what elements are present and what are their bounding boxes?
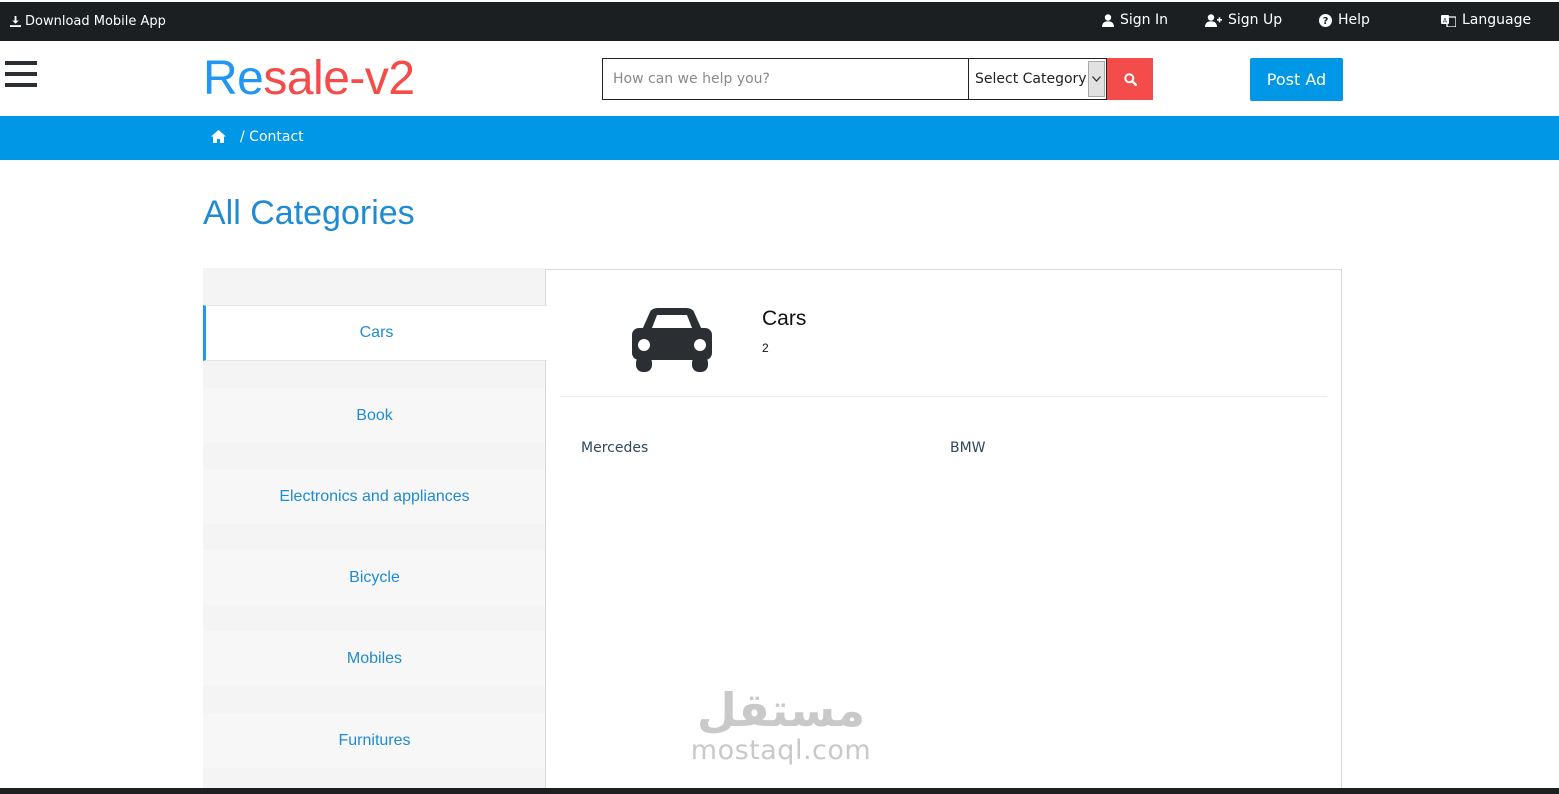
download-icon [10, 16, 21, 27]
breadcrumb-current: / Contact [240, 129, 304, 145]
site-header: Resale-v2 Select Category Post Ad [0, 41, 1559, 116]
search-icon [1123, 72, 1137, 86]
category-sidebar: Cars Book Electronics and appliances Bic… [203, 268, 547, 794]
menu-hamburger-icon[interactable] [5, 61, 37, 89]
search-button[interactable] [1107, 58, 1153, 100]
user-plus-icon [1205, 13, 1222, 27]
download-app-label: Download Mobile App [25, 14, 166, 29]
category-select[interactable]: Select Category [968, 58, 1107, 100]
selected-category-name: Cars [762, 307, 807, 330]
question-circle-icon: ? [1319, 13, 1332, 27]
bottom-edge [0, 788, 1559, 794]
category-content-panel: Cars 2 Mercedes BMW [545, 269, 1342, 794]
help-link[interactable]: ? Help [1319, 12, 1370, 28]
category-tab-label: Electronics and appliances [279, 487, 470, 505]
category-tab-mobiles[interactable]: Mobiles [203, 631, 546, 686]
sign-in-label: Sign In [1120, 12, 1168, 28]
watermark-latin: mostaql.com [690, 735, 872, 766]
category-tab-book[interactable]: Book [203, 388, 546, 443]
post-ad-button[interactable]: Post Ad [1250, 58, 1343, 101]
chevron-down-icon [1088, 61, 1105, 97]
download-app-link[interactable]: Download Mobile App [10, 14, 166, 29]
category-select-value: Select Category [975, 71, 1087, 87]
top-bar: Download Mobile App Sign In Sign Up ? He… [0, 0, 1559, 41]
user-icon [1102, 13, 1114, 27]
category-tab-cars[interactable]: Cars [203, 305, 547, 361]
category-tab-label: Bicycle [349, 568, 400, 586]
language-link[interactable]: A Language [1441, 12, 1531, 28]
search-input[interactable] [602, 58, 969, 100]
home-icon[interactable] [211, 130, 226, 147]
category-tab-label: Book [356, 406, 393, 424]
logo-first-part: Re [203, 52, 264, 105]
car-icon [632, 308, 712, 372]
subcategory-link-bmw[interactable]: BMW [950, 440, 986, 456]
category-tab-label: Furnitures [338, 731, 411, 749]
category-tab-electronics[interactable]: Electronics and appliances [203, 469, 546, 524]
selected-category-count: 2 [762, 341, 769, 355]
svg-text:?: ? [1323, 16, 1329, 27]
language-label: Language [1462, 12, 1532, 28]
sign-up-label: Sign Up [1228, 12, 1283, 28]
sign-up-link[interactable]: Sign Up [1205, 12, 1282, 28]
category-tab-label: Mobiles [346, 649, 403, 667]
logo-rest-part: sale-v2 [263, 52, 415, 105]
category-tab-bicycle[interactable]: Bicycle [203, 550, 546, 605]
sign-in-link[interactable]: Sign In [1102, 12, 1168, 28]
page-title: All Categories [203, 194, 415, 232]
language-icon: A [1441, 14, 1456, 27]
divider [560, 396, 1327, 397]
category-tab-label: Cars [359, 324, 394, 341]
watermark-logo: مستقل mostaql.com [686, 684, 876, 766]
watermark-arabic: مستقل [696, 683, 866, 737]
site-logo[interactable]: Resale-v2 [203, 53, 415, 105]
subcategory-link-mercedes[interactable]: Mercedes [581, 440, 648, 456]
breadcrumb: / Contact [0, 116, 1559, 160]
help-label: Help [1338, 12, 1370, 28]
category-tab-furnitures[interactable]: Furnitures [203, 713, 546, 768]
